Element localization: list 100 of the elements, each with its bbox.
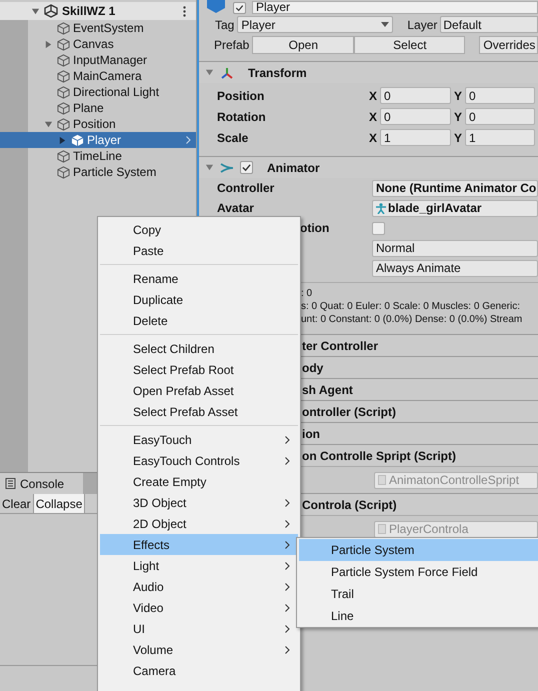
checkbox[interactable] <box>372 222 385 234</box>
collapse-arrow-icon[interactable] <box>44 120 53 128</box>
component-title: on Controlle Spript (Script) <box>302 450 456 462</box>
axis-label: X <box>368 90 377 102</box>
cube-icon <box>57 150 70 162</box>
chevron-icon[interactable] <box>186 136 191 144</box>
hierarchy-item[interactable]: TimeLine <box>0 148 196 164</box>
menu-item[interactable]: Particle System Force Field <box>299 561 538 583</box>
prefab-button[interactable]: Overrides <box>479 36 538 54</box>
avatar-figure-icon <box>376 202 386 214</box>
hierarchy-item[interactable]: Directional Light <box>0 84 196 100</box>
unity-logo-icon <box>44 4 58 18</box>
property-label: Position <box>217 90 266 102</box>
item-label: InputManager <box>73 54 148 66</box>
menu-item[interactable]: Open Prefab Asset <box>100 380 298 401</box>
menu-item[interactable]: Rename <box>100 268 298 289</box>
hierarchy-item[interactable]: Player <box>0 132 196 148</box>
console-tab[interactable]: Console <box>0 473 83 494</box>
menu-item[interactable]: 2D Object <box>100 513 298 534</box>
menu-item[interactable]: Particle System <box>299 539 538 561</box>
collapse-arrow-icon[interactable] <box>205 163 214 172</box>
property-label: Controller <box>217 181 274 195</box>
hierarchy-item[interactable]: Particle System <box>0 164 196 180</box>
component-title: sh Agent <box>302 384 353 396</box>
object-field[interactable]: None (Runtime Animator Co <box>372 180 538 196</box>
dropdown[interactable]: Normal <box>372 240 538 256</box>
layer-label: Layer <box>407 18 438 30</box>
hierarchy-item[interactable]: MainCamera <box>0 68 196 84</box>
hierarchy-item[interactable]: Canvas <box>0 36 196 52</box>
more-options-icon[interactable] <box>183 6 186 16</box>
name-field[interactable]: Player <box>252 1 538 14</box>
axis-label: Y <box>454 110 462 122</box>
scene-title: SkillWZ 1 <box>62 5 116 17</box>
script-file-icon <box>378 524 386 534</box>
cube-icon <box>57 86 70 98</box>
number-field[interactable]: 0 <box>380 87 451 104</box>
menu-item[interactable]: Light <box>100 555 298 576</box>
tag-label: Tag <box>215 18 234 30</box>
item-label: Canvas <box>73 38 114 50</box>
menu-item[interactable]: Select Prefab Root <box>100 359 298 380</box>
hierarchy-item[interactable]: EventSystem <box>0 20 196 36</box>
hierarchy-item[interactable]: Plane <box>0 100 196 116</box>
info-text: s: 0 Quat: 0 Euler: 0 Scale: 0 Muscles: 0 Generic: <box>301 300 520 313</box>
layer-dropdown[interactable]: Default <box>440 16 538 33</box>
number-field[interactable]: 0 <box>465 87 535 104</box>
prefab-button[interactable]: Select <box>354 36 466 54</box>
dropdown-arrow-icon <box>381 22 390 27</box>
enable-checkbox[interactable] <box>240 161 253 174</box>
item-label: Plane <box>73 102 104 114</box>
menu-item[interactable]: Effects <box>100 534 298 555</box>
menu-item[interactable]: Paste <box>100 240 298 261</box>
component-title: ion <box>302 428 320 440</box>
object-field[interactable]: blade_girlAvatar <box>372 200 538 216</box>
cube-icon <box>57 70 70 82</box>
menu-item[interactable]: 3D Object <box>100 492 298 513</box>
item-label: Player <box>87 134 122 146</box>
axis-label: Y <box>454 132 462 144</box>
prefab-button[interactable]: Open <box>252 36 354 54</box>
menu-item[interactable]: Video <box>100 597 298 618</box>
number-field[interactable]: 1 <box>465 129 535 146</box>
number-field[interactable]: 0 <box>380 108 451 125</box>
menu-item[interactable]: UI <box>100 618 298 639</box>
console-toolbar-button[interactable]: Collapse <box>34 494 86 513</box>
property-label: otion <box>300 221 330 235</box>
menu-item[interactable]: Line <box>299 605 538 627</box>
hierarchy-item[interactable]: Position <box>0 116 196 132</box>
menu-item[interactable]: Volume <box>100 639 298 660</box>
menu-item[interactable]: Duplicate <box>100 289 298 310</box>
tag-dropdown[interactable]: Player <box>237 16 394 33</box>
item-label: Directional Light <box>73 86 160 98</box>
number-field[interactable]: 0 <box>465 108 535 125</box>
item-label: MainCamera <box>73 70 142 82</box>
menu-item[interactable]: EasyTouch <box>100 429 298 450</box>
expand-arrow-icon[interactable] <box>44 40 53 48</box>
menu-item[interactable]: Camera <box>100 660 298 681</box>
dropdown[interactable]: Always Animate <box>372 260 538 276</box>
menu-item[interactable]: Copy <box>100 219 298 240</box>
axis-label: Y <box>454 90 462 102</box>
cube-icon <box>57 38 70 50</box>
number-field[interactable]: 1 <box>380 129 451 146</box>
menu-item[interactable]: Trail <box>299 583 538 605</box>
property-label: Avatar <box>217 201 254 215</box>
collapse-arrow-icon[interactable] <box>31 6 40 16</box>
menu-item[interactable]: Create Empty <box>100 471 298 492</box>
menu-item[interactable]: Audio <box>100 576 298 597</box>
hierarchy-item[interactable]: InputManager <box>0 52 196 68</box>
collapse-arrow-icon[interactable] <box>205 68 214 77</box>
component-title: ontroller (Script) <box>302 406 396 418</box>
menu-item[interactable]: Select Prefab Asset <box>100 401 298 422</box>
active-checkbox[interactable] <box>233 2 246 14</box>
cube-icon <box>57 22 70 34</box>
component-title: Transform <box>248 66 307 78</box>
menu-item[interactable]: EasyTouch Controls <box>100 450 298 471</box>
component-title: Controla (Script) <box>302 498 397 510</box>
expand-arrow-icon[interactable] <box>58 136 67 144</box>
menu-item[interactable]: Select Children <box>100 338 298 359</box>
console-toolbar-button[interactable]: Clear <box>0 494 34 513</box>
menu-item[interactable]: Delete <box>100 310 298 331</box>
component-title: ody <box>302 362 324 374</box>
item-label: EventSystem <box>73 22 144 34</box>
